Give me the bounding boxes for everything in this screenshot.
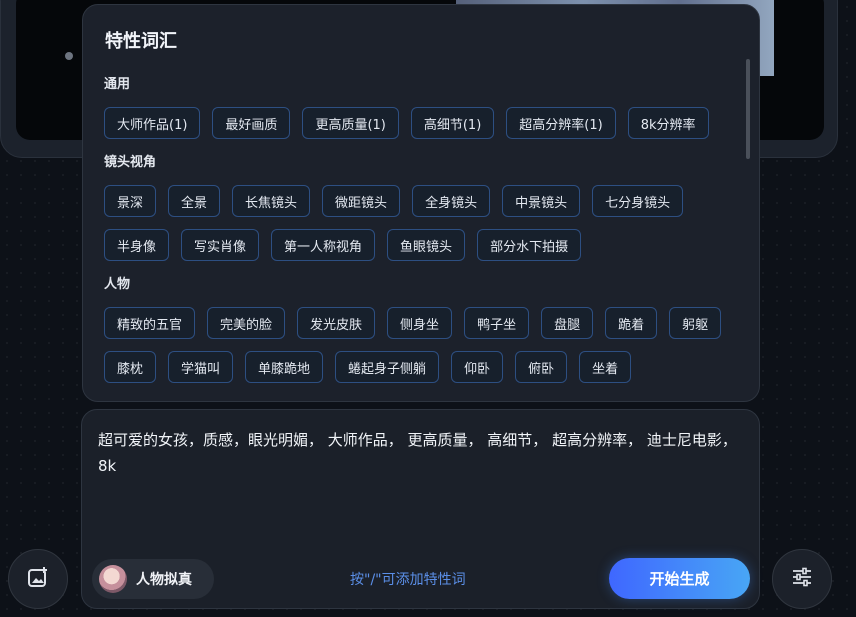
feature-tag[interactable]: 第一人称视角 [271,229,376,261]
carousel-dot[interactable] [65,52,73,60]
feature-tag[interactable]: 精致的五官 [104,307,196,339]
feature-tag[interactable]: 俯卧 [515,351,568,383]
feature-tag[interactable]: 全身镜头 [412,185,491,217]
feature-tag[interactable]: 侧身坐 [387,307,453,339]
feature-tag[interactable]: 鱼眼镜头 [387,229,466,261]
feature-tag[interactable]: 8k分辨率 [627,107,709,139]
tag-group: 大师作品(1) 最好画质 更高质量(1) 高细节(1) 超高分辨率(1) 8k分辨率 [104,107,724,139]
feature-tag[interactable]: 单膝跪地 [245,351,324,383]
feature-tag[interactable]: 躬躯 [669,307,722,339]
image-add-icon [27,566,49,592]
tag-group: 景深 全景 长焦镜头 微距镜头 全身镜头 中景镜头 七分身镜头半身像 写实肖像 第一人称视角 鱼眼… [104,185,724,261]
section-title: 人物 [104,277,131,292]
feature-words-list[interactable]: 通用大师作品(1) 最好画质 更高质量(1) 高细节(1) 超高分辨率(1) 8k分辨率镜… [83,65,759,401]
feature-tag[interactable]: 膝枕 [104,351,157,383]
feature-tag[interactable]: 蜷起身子侧躺 [335,351,440,383]
feature-tag[interactable]: 全景 [168,185,221,217]
feature-tag[interactable]: 微距镜头 [322,185,401,217]
feature-tag[interactable]: 坐着 [579,351,632,383]
sliders-icon [791,566,813,592]
feature-tag[interactable]: 鸭子坐 [464,307,530,339]
settings-button[interactable] [772,549,832,609]
start-generate-button[interactable]: 开始生成 [609,558,750,599]
feature-tag[interactable]: 学猫叫 [168,351,234,383]
feature-tag[interactable]: 发光皮肤 [297,307,376,339]
feature-tag[interactable]: 跪着 [605,307,658,339]
feature-words-panel: 特性词汇 通用大师作品(1) 最好画质 更高质量(1) 高细节(1) 超高分辨率(1) 8… [82,4,760,402]
feature-tag[interactable]: 更高质量(1) [302,107,399,139]
feature-tag[interactable]: 中景镜头 [502,185,581,217]
panel-title: 特性词汇 [105,31,177,52]
avatar [99,565,127,593]
feature-tag[interactable]: 完美的脸 [207,307,286,339]
feature-tag[interactable]: 盘腿 [541,307,594,339]
section-title: 镜头视角 [104,155,157,170]
persona-selector[interactable]: 人物拟真 [92,559,214,599]
feature-tag[interactable]: 部分水下拍摄 [477,229,582,261]
feature-tag[interactable]: 景深 [104,185,157,217]
feature-tag[interactable]: 最好画质 [212,107,291,139]
prompt-text[interactable]: 超可爱的女孩，质感，眼光明媚， 大师作品， 更高质量， 高细节， 超高分辨率， … [98,427,744,479]
prompt-input-box[interactable]: 超可爱的女孩，质感，眼光明媚， 大师作品， 更高质量， 高细节， 超高分辨率， … [81,409,760,609]
scrollbar[interactable] [746,59,750,159]
feature-tag[interactable]: 大师作品(1) [104,107,201,139]
feature-tag[interactable]: 写实肖像 [181,229,260,261]
section-title: 通用 [104,77,131,92]
add-feature-hint: 按"/"可添加特性词 [350,572,466,588]
feature-tag[interactable]: 高细节(1) [410,107,495,139]
feature-tag[interactable]: 仰卧 [451,351,504,383]
add-image-button[interactable] [8,549,68,609]
feature-tag[interactable]: 半身像 [104,229,170,261]
tag-group: 精致的五官 完美的脸 发光皮肤 侧身坐 鸭子坐 盘腿 跪着 躬躯膝枕 学猫叫 单膝跪地 蜷起身子侧躺… [104,307,724,383]
feature-tag[interactable]: 超高分辨率(1) [506,107,616,139]
feature-tag[interactable]: 七分身镜头 [592,185,684,217]
feature-tag[interactable]: 长焦镜头 [232,185,311,217]
persona-label: 人物拟真 [136,572,192,588]
